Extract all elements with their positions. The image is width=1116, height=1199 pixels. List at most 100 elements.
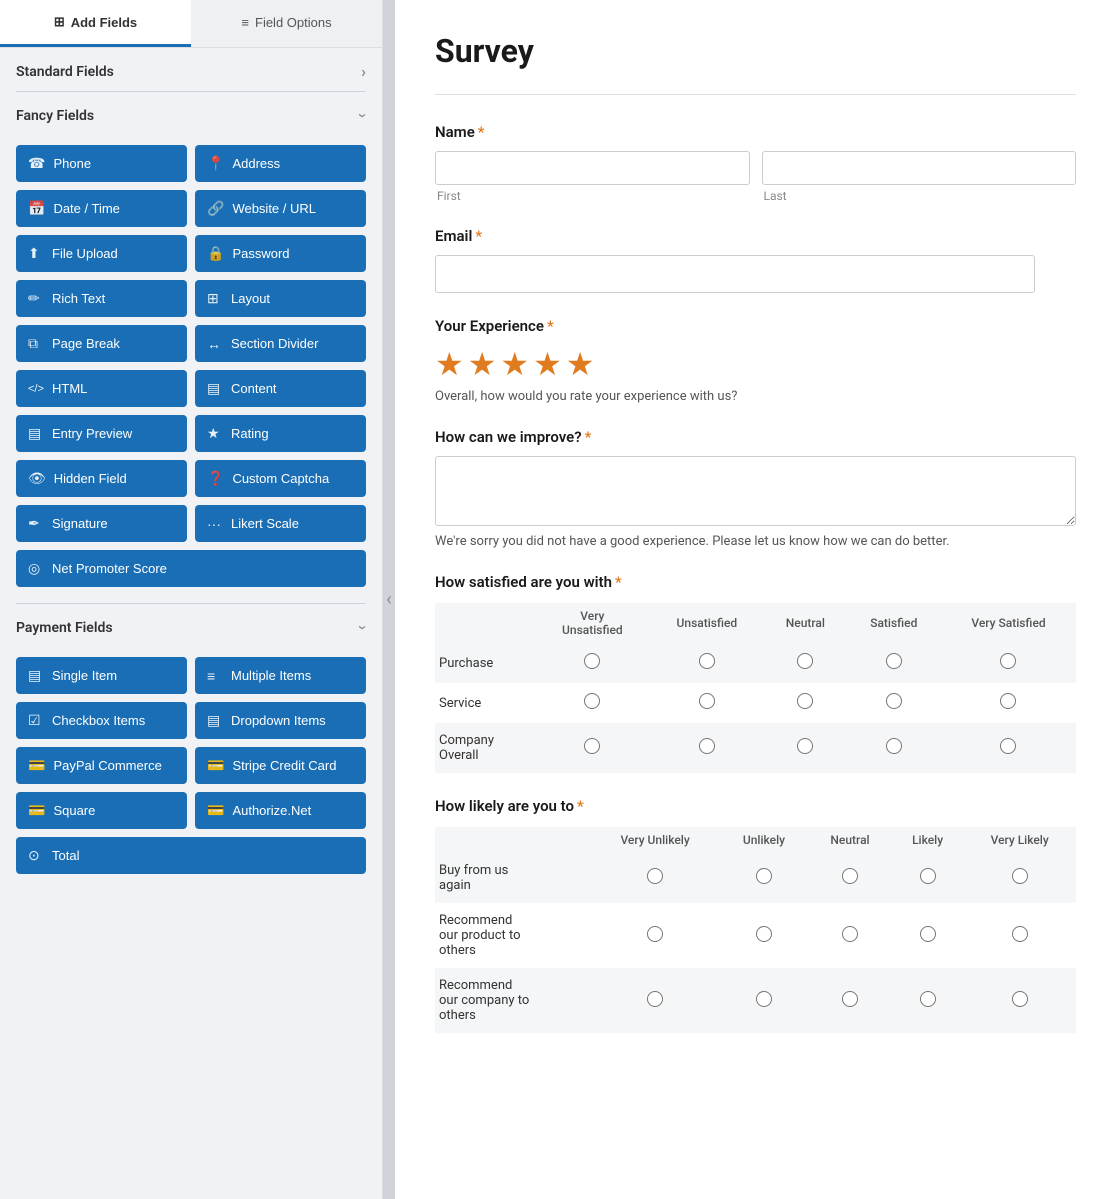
field-btn-content[interactable]: ▤ Content xyxy=(195,370,366,407)
fancy-fields-header[interactable]: Fancy Fields xyxy=(0,92,382,135)
star-2[interactable]: ★ xyxy=(468,345,497,383)
field-btn-layout[interactable]: ⊞ Layout xyxy=(195,280,366,317)
satisfied-company-very-unsatisfied[interactable] xyxy=(584,738,600,754)
resize-handle[interactable]: ‹ xyxy=(383,0,395,1199)
likely-buy-neutral[interactable] xyxy=(842,868,858,884)
satisfied-col-unsatisfied: Unsatisfied xyxy=(650,603,765,643)
name-first-sublabel: First xyxy=(435,189,750,203)
satisfied-purchase-neutral[interactable] xyxy=(797,653,813,669)
satisfied-company-neutral[interactable] xyxy=(797,738,813,754)
satisfied-company-unsatisfied[interactable] xyxy=(699,738,715,754)
name-last-col: Last xyxy=(762,151,1077,203)
satisfied-service-very-satisfied[interactable] xyxy=(1000,693,1016,709)
star-4[interactable]: ★ xyxy=(533,345,562,383)
satisfied-purchase-very-satisfied[interactable] xyxy=(1000,653,1016,669)
field-btn-authorize-net[interactable]: 💳 Authorize.Net xyxy=(195,792,366,829)
field-btn-html[interactable]: </> HTML xyxy=(16,370,187,407)
likely-buy-very-unlikely[interactable] xyxy=(647,868,663,884)
field-btn-signature[interactable]: ✒ Signature xyxy=(16,505,187,542)
likely-buy-very-likely[interactable] xyxy=(1012,868,1028,884)
likely-company-neutral[interactable] xyxy=(842,991,858,1007)
field-btn-address[interactable]: 📍 Address xyxy=(195,145,366,182)
name-field-group: Name* First Last xyxy=(435,123,1076,203)
field-btn-password[interactable]: 🔒 Password xyxy=(195,235,366,272)
field-btn-likert-scale[interactable]: ··· Likert Scale xyxy=(195,505,366,542)
improve-textarea[interactable] xyxy=(435,456,1076,526)
form-title-divider xyxy=(435,94,1076,95)
satisfied-service-very-unsatisfied[interactable] xyxy=(584,693,600,709)
satisfied-service-neutral[interactable] xyxy=(797,693,813,709)
likely-buy-likely[interactable] xyxy=(920,868,936,884)
satisfied-purchase-satisfied[interactable] xyxy=(886,653,902,669)
section-divider-icon: ↔ xyxy=(207,336,223,352)
standard-fields-header[interactable]: Standard Fields xyxy=(0,48,382,91)
experience-field-group: Your Experience* ★ ★ ★ ★ ★ Overall, how … xyxy=(435,317,1076,404)
likely-product-neutral[interactable] xyxy=(842,926,858,942)
email-input[interactable] xyxy=(435,255,1035,293)
field-btn-dropdown-items[interactable]: ▤ Dropdown Items xyxy=(195,702,366,739)
field-btn-date-time[interactable]: 📅 Date / Time xyxy=(16,190,187,227)
name-required: * xyxy=(478,123,485,141)
field-btn-rating[interactable]: ★ Rating xyxy=(195,415,366,452)
payment-fields-label: Payment Fields xyxy=(16,620,113,636)
likely-col-likely: Likely xyxy=(892,827,963,853)
satisfied-service-unsatisfied[interactable] xyxy=(699,693,715,709)
star-3[interactable]: ★ xyxy=(500,345,529,383)
improve-required: * xyxy=(585,428,592,446)
name-last-input[interactable] xyxy=(762,151,1077,185)
field-btn-file-upload[interactable]: ⬆ File Upload xyxy=(16,235,187,272)
satisfied-company-satisfied[interactable] xyxy=(886,738,902,754)
field-btn-stripe-credit-card[interactable]: 💳 Stripe Credit Card xyxy=(195,747,366,784)
likely-product-very-unlikely[interactable] xyxy=(647,926,663,942)
payment-fields-header[interactable]: Payment Fields xyxy=(0,604,382,647)
field-btn-website-url[interactable]: 🔗 Website / URL xyxy=(195,190,366,227)
field-btn-square[interactable]: 💳 Square xyxy=(16,792,187,829)
satisfied-purchase-very-unsatisfied[interactable] xyxy=(584,653,600,669)
field-btn-custom-captcha[interactable]: ❓ Custom Captcha xyxy=(195,460,366,497)
satisfied-purchase-unsatisfied[interactable] xyxy=(699,653,715,669)
star-5[interactable]: ★ xyxy=(566,345,595,383)
satisfied-col-very-unsatisfied: VeryUnsatisfied xyxy=(535,603,650,643)
likely-product-likely[interactable] xyxy=(920,926,936,942)
likely-header-row: Very Unlikely Unlikely Neutral Likely Ve… xyxy=(435,827,1076,853)
satisfied-company-very-satisfied[interactable] xyxy=(1000,738,1016,754)
email-required: * xyxy=(475,227,482,245)
field-btn-multiple-items[interactable]: ≡ Multiple Items xyxy=(195,657,366,694)
stripe-credit-card-icon: 💳 xyxy=(207,757,224,774)
field-options-icon: ≡ xyxy=(241,15,249,30)
likely-row-recommend-company: Recommendour company toothers xyxy=(435,968,590,1033)
likely-buy-unlikely[interactable] xyxy=(756,868,772,884)
likely-company-very-unlikely[interactable] xyxy=(647,991,663,1007)
star-1[interactable]: ★ xyxy=(435,345,464,383)
field-btn-paypal-commerce[interactable]: 💳 PayPal Commerce xyxy=(16,747,187,784)
name-label: Name* xyxy=(435,123,1076,141)
field-btn-checkbox-items[interactable]: ☑ Checkbox Items xyxy=(16,702,187,739)
field-btn-single-item[interactable]: ▤ Single Item xyxy=(16,657,187,694)
likely-product-very-likely[interactable] xyxy=(1012,926,1028,942)
likely-product-unlikely[interactable] xyxy=(756,926,772,942)
field-btn-hidden-field[interactable]: 👁 Hidden Field xyxy=(16,460,187,497)
likely-company-very-likely[interactable] xyxy=(1012,991,1028,1007)
name-first-input[interactable] xyxy=(435,151,750,185)
net-promoter-score-label: Net Promoter Score xyxy=(52,561,167,576)
field-btn-rich-text[interactable]: ✏ Rich Text xyxy=(16,280,187,317)
field-btn-section-divider[interactable]: ↔ Section Divider xyxy=(195,325,366,362)
satisfied-service-satisfied[interactable] xyxy=(886,693,902,709)
field-btn-page-break[interactable]: ⧉ Page Break xyxy=(16,325,187,362)
page-break-icon: ⧉ xyxy=(28,335,44,352)
paypal-commerce-label: PayPal Commerce xyxy=(53,758,161,773)
likely-company-likely[interactable] xyxy=(920,991,936,1007)
field-btn-total[interactable]: ⊙ Total xyxy=(16,837,366,874)
experience-label: Your Experience* xyxy=(435,317,1076,335)
field-btn-net-promoter-score[interactable]: ◎ Net Promoter Score xyxy=(16,550,366,587)
likely-company-unlikely[interactable] xyxy=(756,991,772,1007)
rich-text-label: Rich Text xyxy=(52,291,105,306)
single-item-icon: ▤ xyxy=(28,667,44,684)
field-btn-phone[interactable]: ☎ Phone xyxy=(16,145,187,182)
entry-preview-icon: ▤ xyxy=(28,425,44,442)
tab-field-options[interactable]: ≡ Field Options xyxy=(191,0,382,47)
date-time-label: Date / Time xyxy=(53,201,119,216)
field-btn-entry-preview[interactable]: ▤ Entry Preview xyxy=(16,415,187,452)
tab-add-fields[interactable]: ⊞ Add Fields xyxy=(0,0,191,47)
total-icon: ⊙ xyxy=(28,847,44,864)
